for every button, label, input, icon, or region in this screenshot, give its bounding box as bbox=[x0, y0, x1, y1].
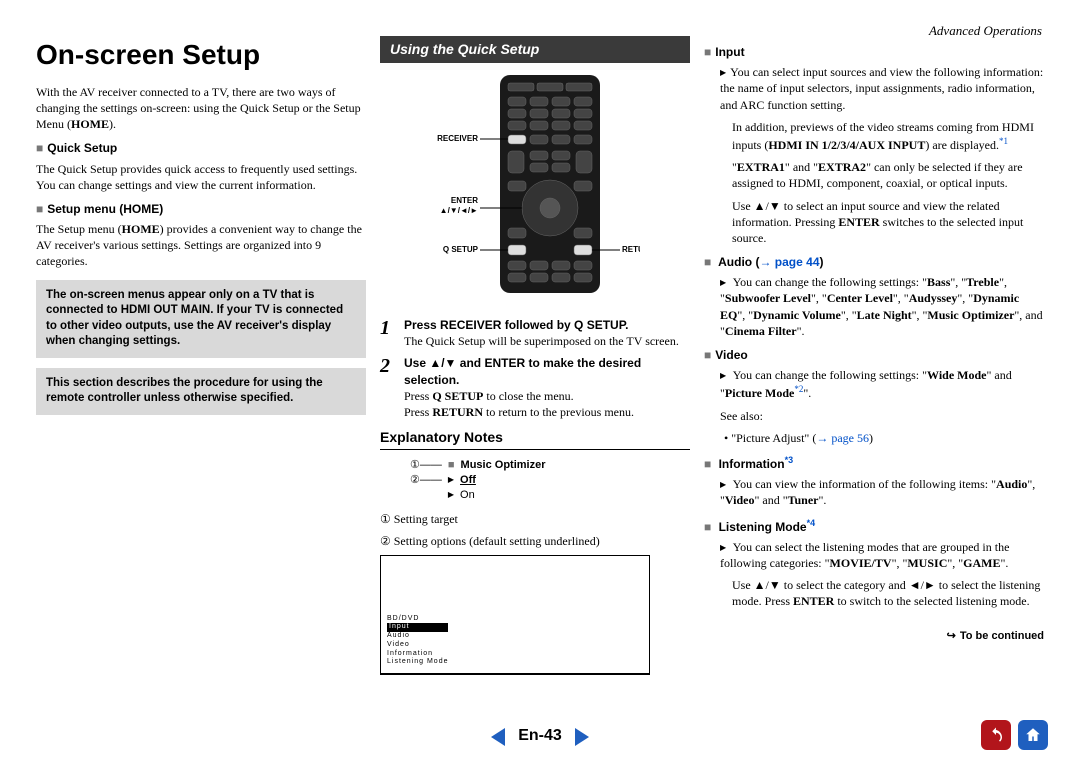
listening-mode-use: Use ▲/▼ to select the category and ◄/► t… bbox=[720, 577, 1044, 609]
label-receiver: RECEIVER bbox=[437, 134, 478, 143]
quick-setup-paragraph: The Quick Setup provides quick access to… bbox=[36, 161, 366, 193]
home-button[interactable] bbox=[1018, 720, 1048, 750]
step-1: 1 Press RECEIVER followed by Q SETUP. Th… bbox=[380, 317, 690, 349]
step-2: 2 Use ▲/▼ and ENTER to make the desired … bbox=[380, 355, 690, 420]
explanatory-box: ①——■Music Optimizer ②——▶Off ②——▶On bbox=[410, 458, 690, 503]
to-be-continued: To be continued bbox=[704, 629, 1044, 644]
remote-svg: RECEIVER ENTER ▲/▼/◄/► Q SETUP RETURN bbox=[430, 73, 640, 303]
quick-setup-heading: Quick Setup bbox=[36, 140, 366, 156]
column-1: On-screen Setup With the AV receiver con… bbox=[36, 36, 366, 675]
video-desc: You can change the following settings: "… bbox=[720, 367, 1044, 401]
information-heading: Information*3 bbox=[704, 454, 1044, 472]
note-hdmi-out: The on-screen menus appear only on a TV … bbox=[36, 280, 366, 358]
input-use: Use ▲/▼ to select an input source and vi… bbox=[720, 198, 1044, 247]
intro-paragraph: With the AV receiver connected to a TV, … bbox=[36, 84, 366, 133]
tv-menu: BD/DVD Input Audio Video Information Lis… bbox=[387, 615, 448, 668]
audio-page-link[interactable]: → page 44 bbox=[759, 255, 819, 269]
remote-diagram: RECEIVER ENTER ▲/▼/◄/► Q SETUP RETURN bbox=[380, 73, 690, 307]
next-page-arrow-icon[interactable] bbox=[575, 728, 589, 746]
label-enter: ENTER bbox=[451, 196, 478, 205]
header-section-label: Advanced Operations bbox=[929, 22, 1042, 40]
column-2: Using the Quick Setup bbox=[380, 36, 690, 675]
audio-heading: Audio (→ page 44) bbox=[704, 254, 1044, 270]
information-desc: You can view the information of the foll… bbox=[720, 476, 1044, 508]
listening-mode-heading: Listening Mode*4 bbox=[704, 517, 1044, 535]
video-heading: Video bbox=[704, 347, 1044, 363]
input-hdmi-note: In addition, previews of the video strea… bbox=[720, 119, 1044, 153]
home-icon bbox=[1024, 726, 1042, 744]
page-content: On-screen Setup With the AV receiver con… bbox=[0, 0, 1080, 675]
back-button[interactable] bbox=[981, 720, 1011, 750]
label-return: RETURN bbox=[622, 245, 640, 254]
tv-screen-box: BD/DVD Input Audio Video Information Lis… bbox=[380, 555, 650, 675]
using-quick-setup-bar: Using the Quick Setup bbox=[380, 36, 690, 63]
page-number: En-43 bbox=[518, 727, 562, 744]
undo-icon bbox=[987, 726, 1005, 744]
explanatory-notes-heading: Explanatory Notes bbox=[380, 428, 690, 447]
setup-menu-paragraph: The Setup menu (HOME) provides a conveni… bbox=[36, 221, 366, 270]
prev-page-arrow-icon[interactable] bbox=[491, 728, 505, 746]
picture-adjust-link[interactable]: → page 56 bbox=[816, 431, 869, 445]
audio-desc: You can change the following settings: "… bbox=[720, 274, 1044, 339]
video-see-also: See also: bbox=[720, 408, 1044, 424]
column-3: Input You can select input sources and v… bbox=[704, 36, 1044, 675]
label-arrows: ▲/▼/◄/► bbox=[440, 206, 478, 215]
expl-legend-1: ① Setting target bbox=[380, 511, 690, 527]
note-remote-procedure: This section describes the procedure for… bbox=[36, 368, 366, 415]
label-qsetup: Q SETUP bbox=[443, 245, 479, 254]
input-extra: "EXTRA1" and "EXTRA2" can only be select… bbox=[720, 159, 1044, 191]
steps: 1 Press RECEIVER followed by Q SETUP. Th… bbox=[380, 317, 690, 420]
setup-menu-heading: Setup menu (HOME) bbox=[36, 201, 366, 217]
page-title: On-screen Setup bbox=[36, 36, 366, 74]
listening-mode-desc: You can select the listening modes that … bbox=[720, 539, 1044, 571]
video-picture-adjust: "Picture Adjust" (→ page 56) bbox=[720, 430, 1044, 446]
expl-legend-2: ② Setting options (default setting under… bbox=[380, 533, 690, 549]
input-desc: You can select input sources and view th… bbox=[720, 64, 1044, 113]
input-heading: Input bbox=[704, 44, 1044, 60]
page-footer: En-43 bbox=[0, 727, 1080, 746]
